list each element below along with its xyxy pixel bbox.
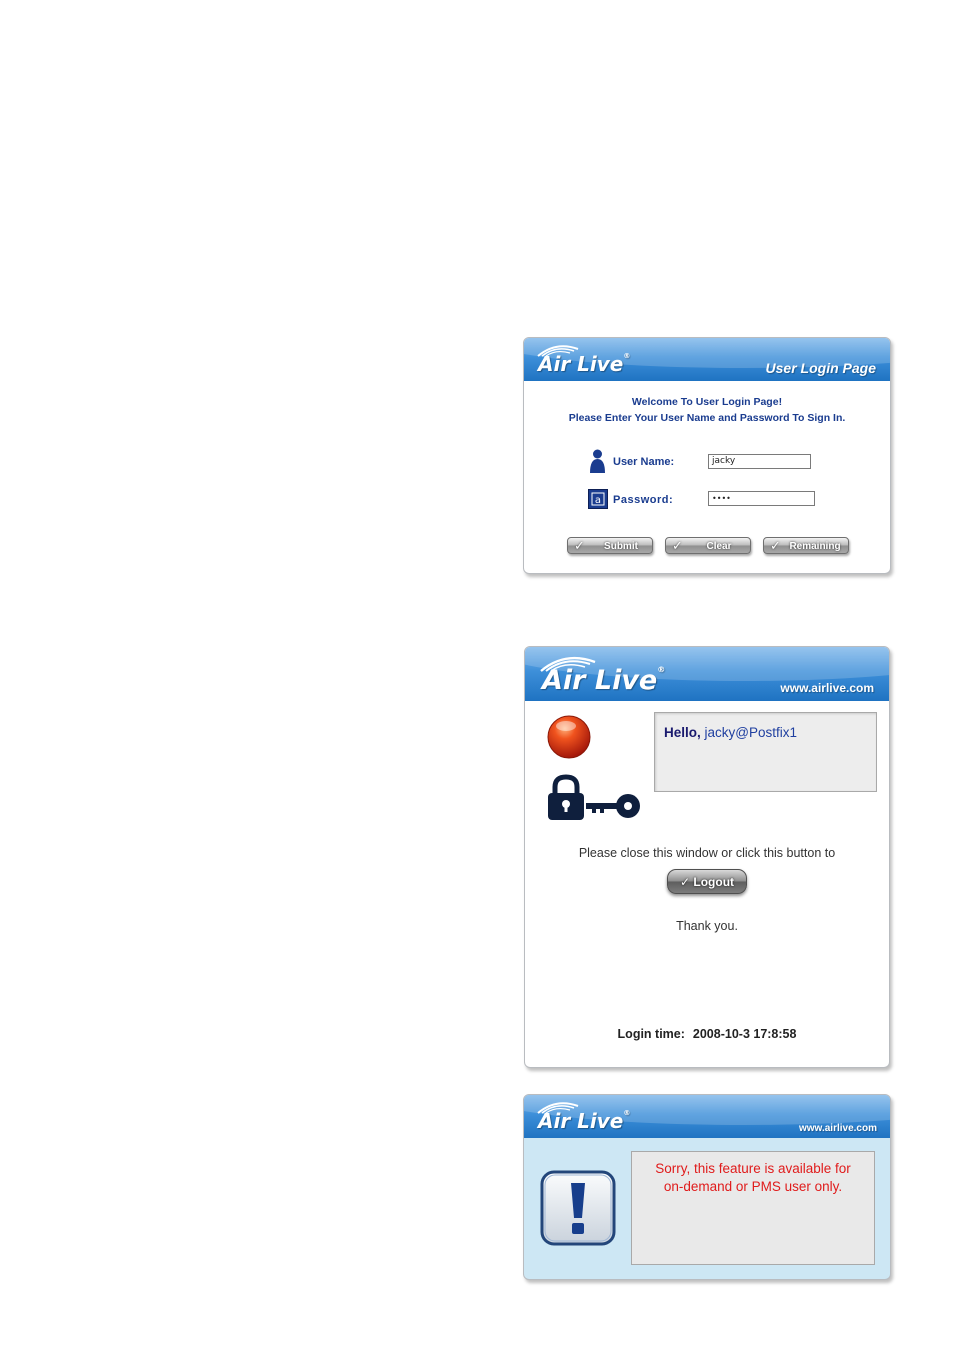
svg-text:a: a — [595, 495, 601, 506]
hello-username: jacky@Postfix1 — [704, 725, 798, 740]
thank-you-text: Thank you. — [676, 919, 738, 933]
error-message: Sorry, this feature is available for on-… — [655, 1161, 851, 1194]
instruction-text: Please Enter Your User Name and Password… — [568, 412, 846, 424]
check-icon: ✓ — [672, 538, 683, 553]
airlive-logo: Air Live® — [538, 1109, 631, 1133]
exclamation-icon — [540, 1170, 616, 1246]
airlive-url: www.airlive.com — [780, 681, 874, 695]
password-icon: a — [588, 489, 608, 509]
remaining-button[interactable]: ✓ Remaining — [763, 537, 849, 554]
airlive-url: www.airlive.com — [799, 1123, 877, 1134]
airlive-logo: Air Live® — [538, 352, 631, 376]
check-icon: ✓ — [770, 538, 781, 553]
logout-button[interactable]: ✓ Logout — [667, 869, 747, 894]
login-time-value: 2008-10-3 17:8:58 — [692, 1027, 797, 1041]
welcome-text: Welcome To User Login Page! — [631, 396, 783, 408]
login-time-label: Login time: — [617, 1027, 685, 1041]
status-red-icon — [547, 715, 591, 759]
error-panel: Air Live® www.airlive.com Sorry, this fe… — [523, 1094, 891, 1280]
hello-box: Hello, jacky@Postfix1 — [654, 712, 877, 792]
login-header: Air Live® User Login Page — [524, 338, 890, 381]
login-panel: Air Live® User Login Page Welcome To Use… — [523, 337, 891, 574]
login-time: Login time: 2008-10-3 17:8:58 — [525, 1027, 889, 1041]
error-message-box: Sorry, this feature is available for on-… — [631, 1151, 875, 1265]
lock-key-icon — [548, 774, 640, 820]
check-icon: ✓ — [679, 875, 691, 889]
error-header: Air Live® www.airlive.com — [524, 1095, 890, 1138]
clear-button[interactable]: ✓ Clear — [665, 537, 751, 554]
airlive-logo: Air Live® — [542, 665, 666, 696]
login-success-panel: Air Live® www.airlive.com Hello, jacky@P… — [524, 646, 890, 1068]
username-input[interactable]: jacky — [708, 454, 811, 469]
page-title: User Login Page — [765, 360, 876, 376]
password-input[interactable]: •••• — [708, 491, 815, 506]
close-window-text: Please close this window or click this b… — [578, 846, 836, 860]
success-header: Air Live® www.airlive.com — [525, 647, 889, 701]
hello-greeting: Hello, jacky@Postfix1 — [664, 725, 798, 740]
user-icon — [590, 449, 605, 473]
check-icon: ✓ — [574, 538, 585, 553]
submit-button[interactable]: ✓ Submit — [567, 537, 653, 554]
password-label: Password: — [613, 494, 674, 506]
username-label: User Name: — [613, 456, 675, 468]
